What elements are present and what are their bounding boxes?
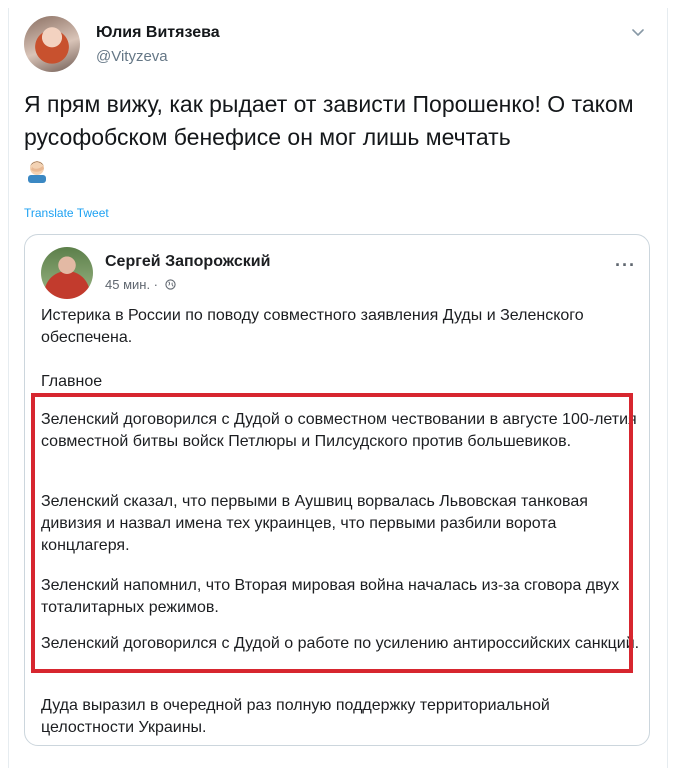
highlight-frame <box>31 393 633 673</box>
tweet-text: Я прям вижу, как рыдает от зависти Порош… <box>24 88 644 187</box>
author-handle[interactable]: @Vityzeva <box>96 48 168 65</box>
post-author-avatar <box>41 247 93 299</box>
author-name[interactable]: Юлия Витязева <box>96 24 220 42</box>
post-timestamp: 45 мин. · <box>105 277 176 292</box>
chevron-down-icon[interactable] <box>630 24 646 40</box>
globe-icon <box>165 279 176 290</box>
translate-tweet-link[interactable]: Translate Tweet <box>24 206 109 220</box>
tweet-text-content: Я прям вижу, как рыдает от зависти Порош… <box>24 91 634 150</box>
post-time-text: 45 мин. · <box>105 277 159 292</box>
more-options-icon: ··· <box>615 255 636 275</box>
post-author-name: Сергей Запорожский <box>105 253 271 270</box>
facepalm-emoji-icon <box>28 161 46 183</box>
author-avatar[interactable] <box>24 16 80 72</box>
quoted-facebook-post[interactable]: Сергей Запорожский 45 мин. · ··· Истерик… <box>24 234 650 746</box>
post-conclusion: Дуда выразил в очередной раз полную подд… <box>41 697 550 736</box>
post-intro: Истерика в России по поводу совместного … <box>41 307 584 346</box>
post-heading: Главное <box>41 373 103 390</box>
